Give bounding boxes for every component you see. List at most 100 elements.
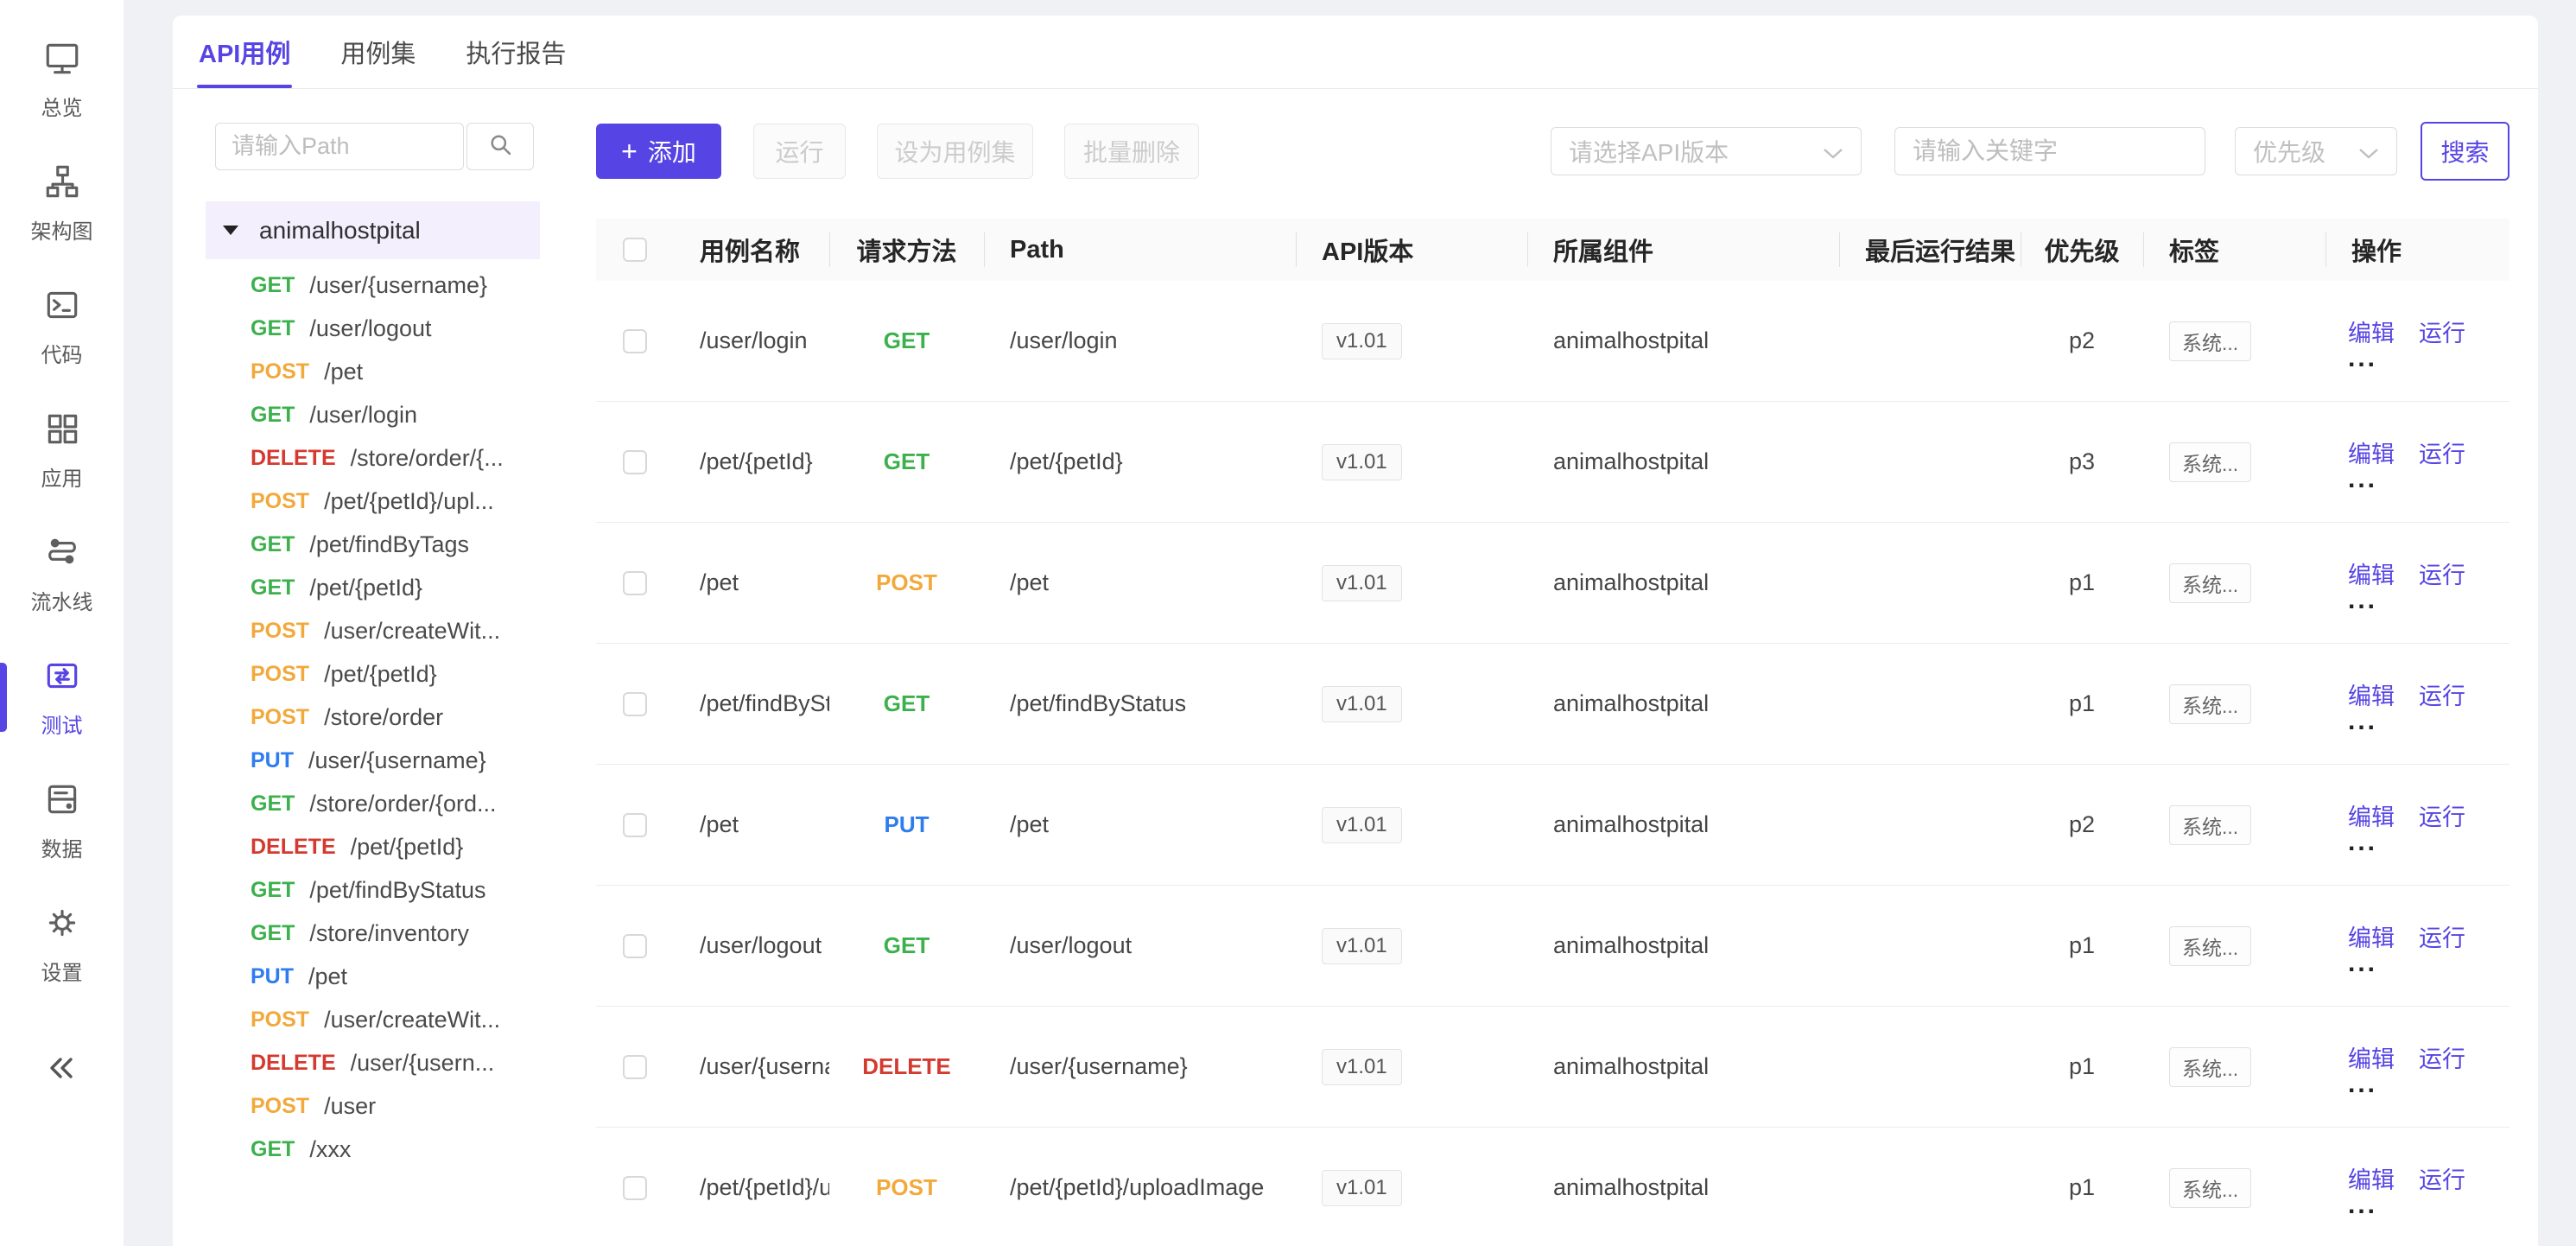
tree-item[interactable]: DELETE /user/{usern... (199, 1041, 570, 1084)
sidebar: 总览 架构图 代码 应用 流水线 (0, 0, 124, 1246)
more-actions-button[interactable]: ... (2348, 350, 2377, 367)
more-actions-button[interactable]: ... (2348, 955, 2377, 972)
more-actions-button[interactable]: ... (2348, 1076, 2377, 1093)
sidebar-item-architecture[interactable]: 架构图 (0, 141, 124, 264)
keyword-input[interactable] (1894, 127, 2205, 175)
row-checkbox[interactable] (623, 450, 647, 474)
tag-chip[interactable]: 系统... (2169, 442, 2251, 482)
tree-item[interactable]: GET /pet/findByTags (199, 523, 570, 566)
add-button[interactable]: + 添加 (596, 124, 721, 179)
tag-chip[interactable]: 系统... (2169, 805, 2251, 845)
http-method-label: POST (251, 489, 309, 514)
more-actions-button[interactable]: ... (2348, 713, 2377, 730)
tree-item[interactable]: POST /user/createWit... (199, 998, 570, 1041)
sidebar-item-test[interactable]: 测试 (0, 635, 124, 759)
set-as-suite-button[interactable]: 设为用例集 (877, 124, 1033, 179)
sidebar-item-code[interactable]: 代码 (0, 264, 124, 388)
request-method: GET (829, 644, 984, 764)
tag-chip[interactable]: 系统... (2169, 1047, 2251, 1087)
run-link[interactable]: 运行 (2419, 1040, 2465, 1074)
tree-item[interactable]: DELETE /pet/{petId} (199, 825, 570, 868)
search-button[interactable]: 搜索 (2421, 122, 2509, 181)
tab-api-cases[interactable]: API用例 (197, 16, 292, 88)
sidebar-item-pipeline[interactable]: 流水线 (0, 512, 124, 635)
table-row: /pet/{petId} GET /pet/{petId} v1.01 anim… (596, 402, 2509, 523)
row-checkbox[interactable] (623, 934, 647, 958)
path-search-button[interactable] (466, 123, 534, 170)
row-checkbox[interactable] (623, 571, 647, 595)
row-checkbox[interactable] (623, 1176, 647, 1200)
tab-run-reports[interactable]: 执行报告 (464, 16, 568, 88)
tag-chip[interactable]: 系统... (2169, 1168, 2251, 1208)
table-row: /user/{userna... DELETE /user/{username}… (596, 1007, 2509, 1128)
row-checkbox[interactable] (623, 813, 647, 837)
tree-item[interactable]: GET /user/{username} (199, 264, 570, 307)
http-method-label: POST (251, 662, 309, 687)
sidebar-item-settings[interactable]: 设置 (0, 882, 124, 1006)
sidebar-item-overview[interactable]: 总览 (0, 17, 124, 141)
more-actions-button[interactable]: ... (2348, 834, 2377, 851)
tree-item-path: /user (324, 1093, 376, 1120)
tree-item[interactable]: PUT /pet (199, 955, 570, 998)
sidebar-item-apps[interactable]: 应用 (0, 388, 124, 512)
row-checkbox[interactable] (623, 692, 647, 716)
case-name: /pet (674, 765, 829, 885)
sidebar-collapse-button[interactable] (0, 1018, 124, 1122)
tag-chip[interactable]: 系统... (2169, 563, 2251, 603)
tree-item[interactable]: POST /pet/{petId} (199, 652, 570, 696)
row-checkbox[interactable] (623, 1055, 647, 1079)
tree-item[interactable]: POST /pet/{petId}/upl... (199, 480, 570, 523)
run-link[interactable]: 运行 (2419, 315, 2465, 348)
run-link[interactable]: 运行 (2419, 677, 2465, 711)
priority-value: p1 (2021, 1128, 2143, 1246)
run-link[interactable]: 运行 (2419, 556, 2465, 590)
tree-item[interactable]: POST /user (199, 1084, 570, 1128)
api-version-badge: v1.01 (1322, 807, 1402, 843)
tree-item[interactable]: POST /pet (199, 350, 570, 393)
tree-item-path: /user/{usern... (351, 1050, 495, 1077)
tab-case-suites[interactable]: 用例集 (339, 16, 417, 88)
tree-item-path: /store/order (324, 704, 443, 731)
row-checkbox[interactable] (623, 329, 647, 353)
tree-item[interactable]: PUT /user/{username} (199, 739, 570, 782)
tree-item[interactable]: POST /user/createWit... (199, 609, 570, 652)
case-path: /pet/{petId}/uploadImage (984, 1128, 1296, 1246)
run-link[interactable]: 运行 (2419, 435, 2465, 469)
tree-item[interactable]: GET /pet/findByStatus (199, 868, 570, 912)
more-actions-button[interactable]: ... (2348, 592, 2377, 609)
table-row: /pet/{petId}/u... POST /pet/{petId}/uplo… (596, 1128, 2509, 1246)
tree-item[interactable]: GET /user/logout (199, 307, 570, 350)
http-method-label: GET (251, 316, 295, 341)
select-all-checkbox[interactable] (623, 238, 647, 262)
tree-item[interactable]: GET /user/login (199, 393, 570, 436)
run-button[interactable]: 运行 (753, 124, 846, 179)
api-version-select[interactable]: 请选择API版本 (1551, 127, 1862, 175)
tag-chip[interactable]: 系统... (2169, 926, 2251, 966)
more-actions-button[interactable]: ... (2348, 471, 2377, 488)
more-actions-button[interactable]: ... (2348, 1197, 2377, 1214)
tree-item[interactable]: GET /pet/{petId} (199, 566, 570, 609)
component-name: animalhostpital (1527, 402, 1839, 522)
last-run-result (1839, 1128, 2021, 1246)
tree-item[interactable]: GET /store/order/{ord... (199, 782, 570, 825)
test-loop-icon (42, 656, 82, 700)
tag-chip[interactable]: 系统... (2169, 684, 2251, 724)
tree-item[interactable]: GET /xxx (199, 1128, 570, 1171)
api-version-badge: v1.01 (1322, 565, 1402, 601)
run-link[interactable]: 运行 (2419, 798, 2465, 832)
run-link[interactable]: 运行 (2419, 1161, 2465, 1195)
tree-item[interactable]: POST /store/order (199, 696, 570, 739)
priority-select[interactable]: 优先级 (2235, 127, 2397, 175)
batch-delete-button[interactable]: 批量删除 (1064, 124, 1199, 179)
run-link[interactable]: 运行 (2419, 919, 2465, 953)
tree-root-node[interactable]: animalhostpital (206, 201, 540, 259)
tag-chip[interactable]: 系统... (2169, 321, 2251, 361)
tree-item-path: /pet (324, 359, 363, 385)
col-actions: 操作 (2325, 219, 2509, 281)
path-search-input[interactable] (215, 123, 464, 170)
sidebar-item-data[interactable]: 数据 (0, 759, 124, 882)
priority-value: p1 (2021, 1007, 2143, 1127)
tree-item[interactable]: DELETE /store/order/{... (199, 436, 570, 480)
tree-item[interactable]: GET /store/inventory (199, 912, 570, 955)
http-method-label: PUT (251, 964, 294, 989)
